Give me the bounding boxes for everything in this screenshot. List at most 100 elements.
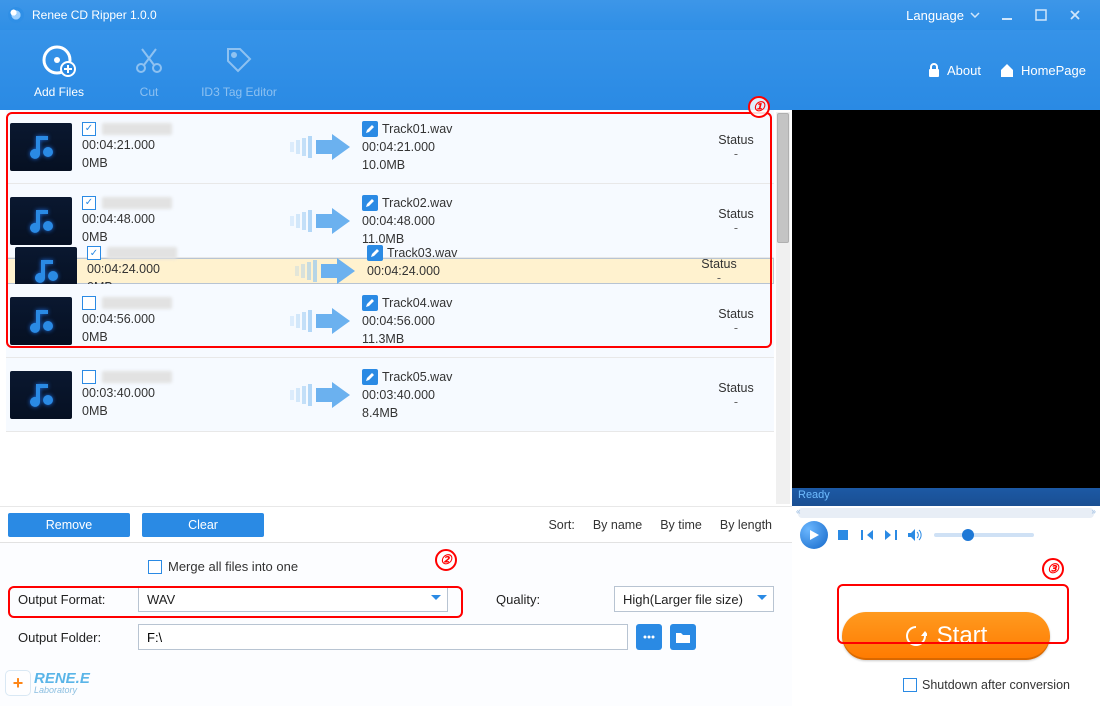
output-folder-input[interactable] [138,624,628,650]
disc-plus-icon [14,41,104,79]
track-output-name: Track03.wav [387,244,457,262]
track-source-duration: 00:04:56.000 [82,310,282,328]
player-controls [792,520,1100,550]
cut-button: Cut [104,41,194,99]
status-value: - [706,221,766,235]
more-folder-button[interactable] [636,624,662,650]
annotation-3: ③ [1042,558,1064,580]
maximize-button[interactable] [1024,3,1058,27]
track-row[interactable]: 00:04:24.000 0MB Track03.wav 00:04:24.00… [6,258,774,284]
browse-folder-button[interactable] [670,624,696,650]
track-source-size: 0MB [82,328,282,346]
list-scrollbar[interactable] [776,112,790,504]
track-checkbox[interactable] [82,196,96,210]
merge-label: Merge all files into one [168,559,298,574]
close-button[interactable] [1058,3,1092,27]
track-checkbox[interactable] [87,246,101,260]
arrow-icon [282,206,362,236]
arrow-icon [282,380,362,410]
volume-icon[interactable] [906,526,924,544]
annotation-1: ① [748,96,770,118]
add-files-label: Add Files [14,85,104,99]
track-row[interactable]: 00:04:56.000 0MB Track04.wav 00:04:56.00… [6,284,774,358]
sort-by-time[interactable]: By time [660,518,702,532]
shutdown-label: Shutdown after conversion [922,678,1070,692]
id3-label: ID3 Tag Editor [194,85,284,99]
shutdown-checkbox[interactable] [903,678,917,692]
shutdown-checkbox-row[interactable]: Shutdown after conversion [903,678,1070,692]
track-source-name [107,247,177,259]
merge-checkbox[interactable] [148,560,162,574]
app-title: Renee CD Ripper 1.0.0 [32,8,157,22]
track-source-duration: 00:03:40.000 [82,384,282,402]
track-checkbox[interactable] [82,370,96,384]
play-button[interactable] [800,521,828,549]
preview-status: Ready [792,488,1100,506]
merge-checkbox-row[interactable]: Merge all files into one [148,559,774,574]
sort-by-name[interactable]: By name [593,518,642,532]
language-selector[interactable]: Language [906,8,980,23]
track-checkbox[interactable] [82,122,96,136]
track-thumbnail [10,197,72,245]
settings-panel: ② Merge all files into one Output Format… [0,542,792,706]
sort-label: Sort: [548,518,574,532]
language-label: Language [906,8,964,23]
scrollbar-thumb[interactable] [777,113,789,243]
cut-label: Cut [104,85,194,99]
refresh-icon [905,625,927,647]
sort-by-length[interactable]: By length [720,518,772,532]
clear-button[interactable]: Clear [142,513,264,537]
list-actions-row: Remove Clear Sort: By name By time By le… [0,506,792,542]
track-output-size: 10.0MB [362,156,706,174]
track-output-duration: 00:04:56.000 [362,312,706,330]
preview-progress[interactable]: «» [798,508,1094,518]
track-checkbox[interactable] [82,296,96,310]
track-output-name: Track05.wav [382,368,452,386]
track-thumbnail [10,371,72,419]
track-output-size: 8.4MB [362,404,706,422]
track-source-size: 0MB [82,154,282,172]
app-logo-icon [8,7,24,23]
stop-button[interactable] [834,526,852,544]
track-output-duration: 00:04:24.000 [367,262,689,280]
start-button[interactable]: Start [842,612,1050,660]
edit-name-button[interactable] [362,121,378,137]
remove-button[interactable]: Remove [8,513,130,537]
track-output-size: 11.3MB [362,330,706,348]
track-source-name [102,197,172,209]
status-value: - [706,321,766,335]
volume-slider[interactable] [934,533,1034,537]
tag-icon [194,41,284,79]
main-toolbar: Add Files Cut ID3 Tag Editor About HomeP… [0,30,1100,110]
preview-area [792,110,1100,488]
status-header: Status [706,381,766,395]
prev-button[interactable] [858,526,876,544]
output-format-select[interactable]: WAV [138,586,448,612]
track-output-duration: 00:03:40.000 [362,386,706,404]
edit-name-button[interactable] [367,245,383,261]
edit-name-button[interactable] [362,295,378,311]
minimize-button[interactable] [990,3,1024,27]
quality-select[interactable]: High(Larger file size) [614,586,774,612]
output-folder-label: Output Folder: [18,630,130,645]
next-button[interactable] [882,526,900,544]
edit-name-button[interactable] [362,369,378,385]
track-thumbnail [10,297,72,345]
annotation-2: ② [435,549,457,571]
id3-editor-button: ID3 Tag Editor [194,41,284,99]
track-row[interactable]: 00:03:40.000 0MB Track05.wav 00:03:40.00… [6,358,774,432]
arrow-icon [287,256,367,286]
track-source-duration: 00:04:24.000 [87,260,287,278]
about-link[interactable]: About [927,62,981,78]
track-source-size: 0MB [82,228,282,246]
track-row[interactable]: 00:04:21.000 0MB Track01.wav 00:04:21.00… [6,110,774,184]
homepage-link[interactable]: HomePage [999,62,1086,78]
output-format-label: Output Format: [18,592,130,607]
status-header: Status [706,207,766,221]
chevron-down-icon [757,595,767,605]
track-source-name [102,123,172,135]
edit-name-button[interactable] [362,195,378,211]
add-files-button[interactable]: Add Files [14,41,104,99]
track-thumbnail [10,123,72,171]
sort-controls: Sort: By name By time By length [548,518,784,532]
